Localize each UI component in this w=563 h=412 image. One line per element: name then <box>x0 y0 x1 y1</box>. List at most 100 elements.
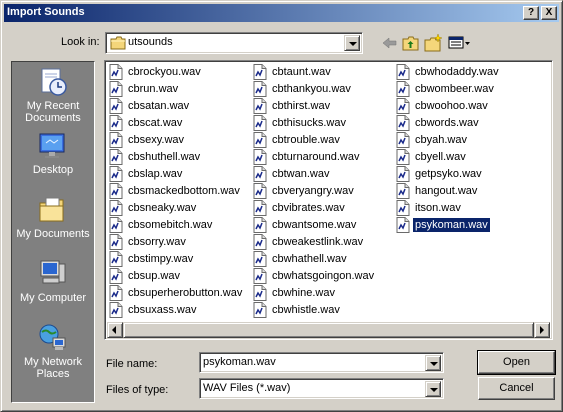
wav-file-icon <box>396 132 410 148</box>
file-name: cbtrouble.wav <box>272 134 340 146</box>
file-name: cbrockyou.wav <box>128 66 201 78</box>
wav-file-icon <box>253 132 267 148</box>
file-name: cbscat.wav <box>128 117 183 129</box>
cancel-button[interactable]: Cancel <box>478 377 555 400</box>
place-my-recent-documents[interactable]: My Recent Documents <box>12 64 94 128</box>
back-arrow-icon <box>382 37 397 49</box>
wav-file-icon <box>396 200 410 216</box>
place-desktop[interactable]: Desktop <box>12 128 94 192</box>
wav-file-icon <box>109 183 123 199</box>
file-name-dropdown-arrow[interactable] <box>425 355 441 371</box>
place-my-documents[interactable]: My Documents <box>12 192 94 256</box>
wav-file-icon <box>396 98 410 114</box>
file-name: hangout.wav <box>415 185 478 197</box>
wav-file-icon <box>396 64 410 80</box>
look-in-value: utsounds <box>128 36 173 48</box>
file-name: psykoman.wav <box>412 217 491 233</box>
wav-file-icon <box>109 64 123 80</box>
file-name: cbstimpy.wav <box>128 253 194 265</box>
files-of-type-label: Files of type: <box>106 384 169 396</box>
file-name: cbwhine.wav <box>272 287 335 299</box>
wav-file-icon <box>253 251 267 267</box>
wav-file-icon <box>253 268 267 284</box>
wav-file-icon <box>109 132 123 148</box>
close-button[interactable]: X <box>541 6 557 20</box>
up-folder-icon <box>402 36 419 51</box>
wav-file-icon <box>253 149 267 165</box>
wav-file-icon <box>253 166 267 182</box>
wav-file-icon <box>109 285 123 301</box>
wav-file-icon <box>253 81 267 97</box>
wav-file-icon <box>396 166 410 182</box>
wav-file-icon <box>396 115 410 131</box>
recent-documents-icon <box>41 68 67 96</box>
wav-file-icon <box>253 217 267 233</box>
view-menu-button[interactable] <box>446 33 472 53</box>
open-button[interactable]: Open <box>477 350 556 375</box>
place-label: Desktop <box>32 164 74 176</box>
wav-file-icon <box>109 115 123 131</box>
title-bar[interactable]: Import Sounds ? X <box>4 4 559 22</box>
window-title: Import Sounds <box>7 6 85 18</box>
wav-file-icon <box>109 268 123 284</box>
wav-file-icon <box>109 302 123 318</box>
file-name: cbthirst.wav <box>272 100 331 112</box>
file-name: cbwoohoo.wav <box>415 100 488 112</box>
horizontal-scrollbar[interactable] <box>107 322 550 338</box>
wav-file-icon <box>253 200 267 216</box>
file-name: cbrun.wav <box>128 83 179 95</box>
folder-icon <box>110 36 126 50</box>
file-name: cbwords.wav <box>415 117 479 129</box>
file-name: cbwhathell.wav <box>272 253 347 265</box>
file-name: cbvibrates.wav <box>272 202 345 214</box>
file-name-value: psykoman.wav <box>203 356 276 368</box>
place-label: My Computer <box>19 292 87 304</box>
file-name: cbwhatsgoingon.wav <box>272 270 375 282</box>
files-of-type-dropdown-arrow[interactable] <box>425 381 441 397</box>
scroll-right-button[interactable] <box>534 322 550 338</box>
look-in-combo[interactable]: utsounds <box>105 32 363 54</box>
file-name: cbthankyou.wav <box>272 83 351 95</box>
file-name: cbshuthell.wav <box>128 151 201 163</box>
file-name: cbslap.wav <box>128 168 183 180</box>
wav-file-icon <box>253 285 267 301</box>
wav-file-icon <box>109 234 123 250</box>
place-label: My Documents <box>16 228 90 240</box>
create-new-folder-button[interactable] <box>422 33 444 53</box>
file-name-input[interactable]: psykoman.wav <box>199 352 444 373</box>
wav-file-icon <box>253 98 267 114</box>
scroll-left-button[interactable] <box>107 322 123 338</box>
wav-file-icon <box>396 183 410 199</box>
back-button[interactable] <box>379 33 401 53</box>
file-name: cbtaunt.wav <box>272 66 331 78</box>
wav-file-icon <box>396 149 410 165</box>
file-name: cbwhodaddy.wav <box>415 66 499 78</box>
file-name: cbsexy.wav <box>128 134 185 146</box>
file-name: cbveryangry.wav <box>272 185 354 197</box>
place-my-computer[interactable]: My Computer <box>12 256 94 320</box>
place-my-network-places[interactable]: My Network Places <box>12 320 94 384</box>
wav-file-icon <box>396 217 410 233</box>
files-of-type-value: WAV Files (*.wav) <box>203 382 291 394</box>
file-name: itson.wav <box>415 202 461 214</box>
file-name: cbsuxass.wav <box>128 304 197 316</box>
file-name: cbtwan.wav <box>272 168 330 180</box>
wav-file-icon <box>253 64 267 80</box>
file-list[interactable]: cbrockyou.wav cbrun.wav cbsatan.wav cbscat.… <box>104 60 553 340</box>
wav-file-icon <box>253 115 267 131</box>
new-folder-icon <box>424 33 443 52</box>
file-name: cbyell.wav <box>415 151 466 163</box>
scroll-thumb[interactable] <box>123 322 534 338</box>
place-label: My Recent Documents <box>25 100 81 124</box>
wav-file-icon <box>253 183 267 199</box>
help-button[interactable]: ? <box>523 6 539 20</box>
file-name-label: File name: <box>106 358 158 370</box>
wav-file-icon <box>253 234 267 250</box>
look-in-dropdown-arrow[interactable] <box>344 35 360 51</box>
file-name: cbsorry.wav <box>128 236 186 248</box>
file-name: cbsup.wav <box>128 270 180 282</box>
files-of-type-select[interactable]: WAV Files (*.wav) <box>199 378 444 399</box>
view-menu-icon <box>448 36 470 49</box>
wav-file-icon <box>109 217 123 233</box>
up-one-level-button[interactable] <box>400 33 422 53</box>
